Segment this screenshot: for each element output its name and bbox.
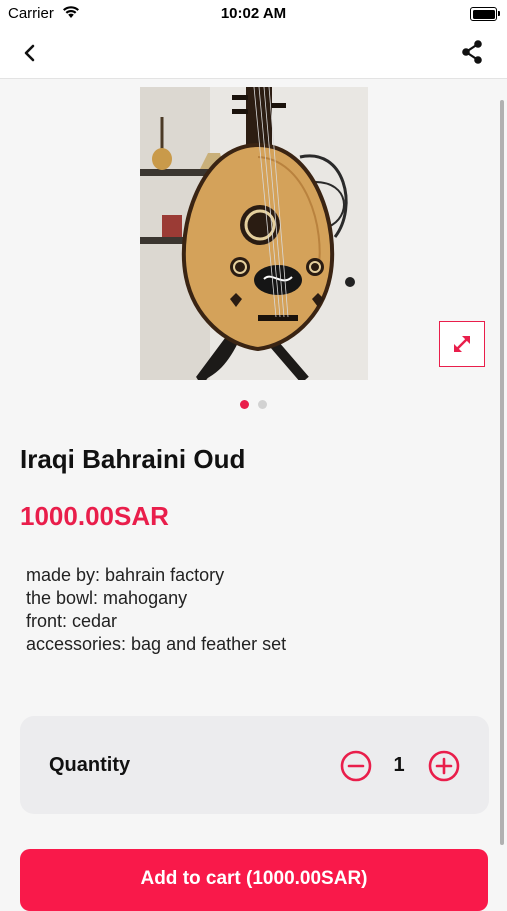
minus-circle-icon[interactable]	[340, 750, 372, 782]
description-line: made by: bahrain factory	[26, 565, 225, 585]
nav-bar	[0, 28, 507, 79]
pager-dot-1[interactable]	[240, 400, 249, 409]
description-line: the bowl: mahogany	[26, 588, 188, 608]
description-line: accessories: bag and feather set	[26, 634, 287, 654]
expand-icon	[454, 336, 470, 352]
share-icon[interactable]	[459, 39, 485, 65]
product-image[interactable]	[140, 87, 368, 380]
pager-dot-2[interactable]	[258, 400, 267, 409]
status-bar: Carrier 10:02 AM	[0, 0, 507, 28]
image-pager	[0, 400, 507, 409]
product-price: 1000.00SAR	[20, 501, 169, 531]
chevron-left-icon[interactable]	[18, 41, 42, 65]
add-to-cart-button[interactable]: Add to cart (1000.00SAR)	[20, 849, 488, 911]
plus-circle-icon[interactable]	[428, 750, 460, 782]
status-time: 10:02 AM	[220, 5, 287, 22]
quantity-card: Quantity 1	[20, 716, 489, 814]
description-line: front: cedar	[26, 611, 118, 631]
battery-icon	[470, 7, 500, 21]
product-title: Iraqi Bahraini Oud	[20, 444, 246, 474]
quantity-value: 1	[393, 754, 405, 776]
scrollbar[interactable]	[500, 100, 504, 845]
product-description: made by: bahrain factory the bowl: mahog…	[26, 564, 286, 656]
oud-photo	[140, 87, 368, 380]
expand-image-button[interactable]	[439, 321, 485, 367]
quantity-label: Quantity	[49, 754, 131, 776]
